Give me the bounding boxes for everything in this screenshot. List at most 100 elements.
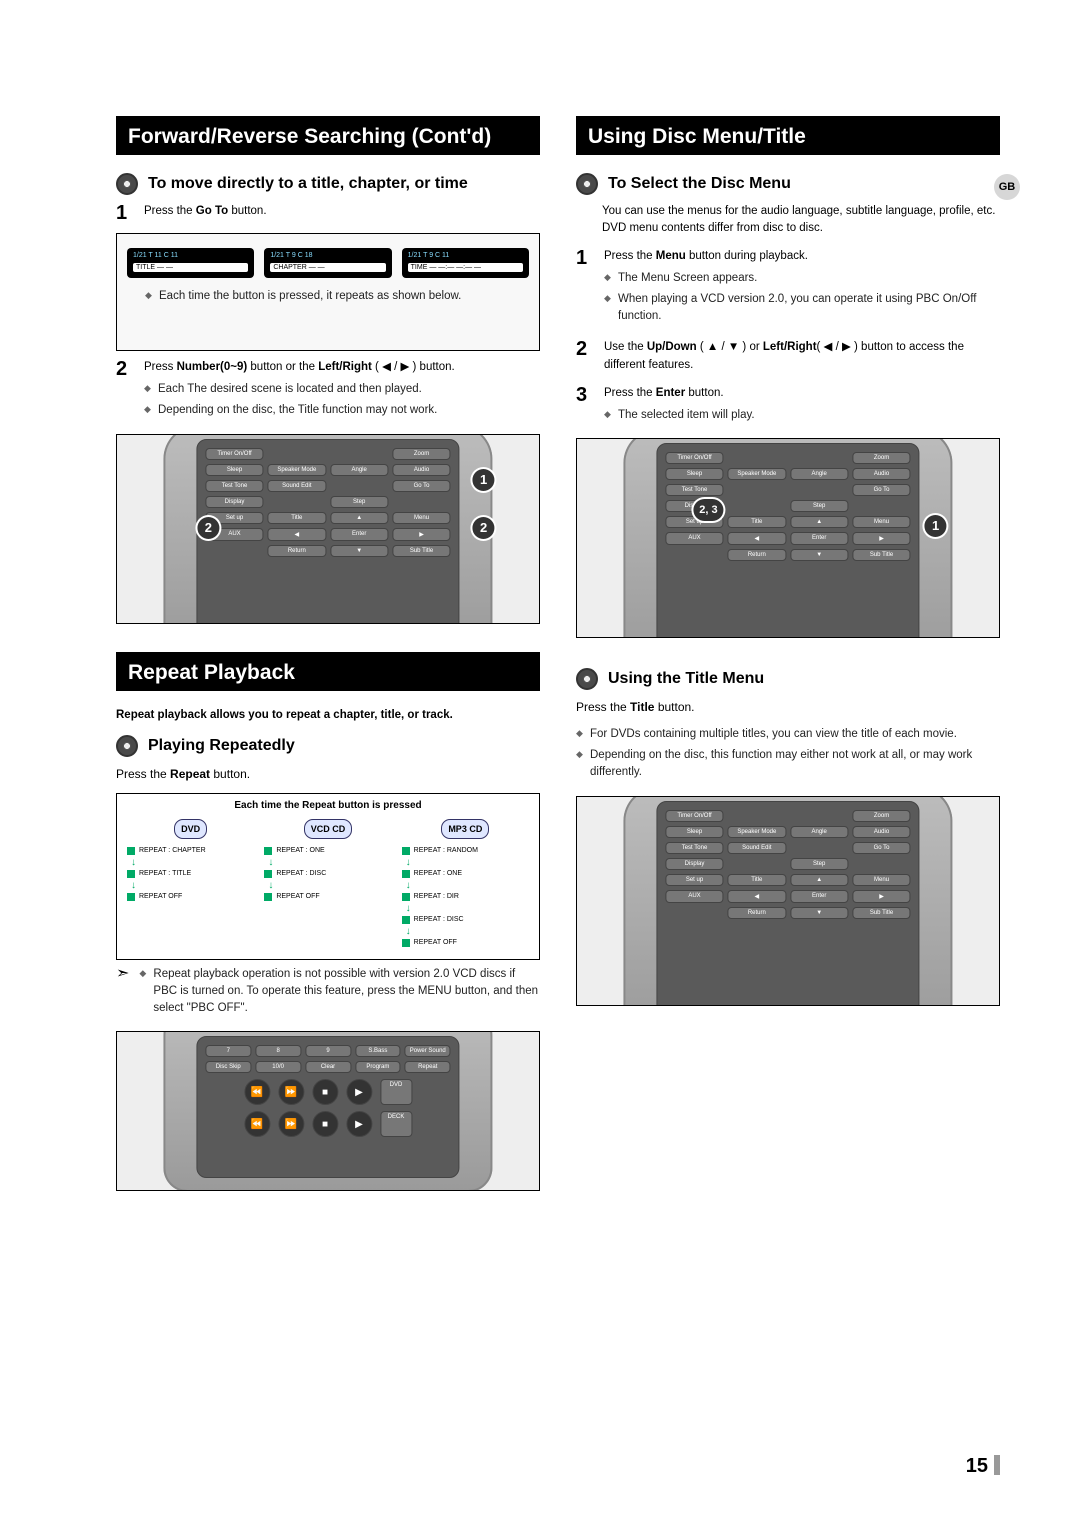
remote-button: ▲ (790, 516, 848, 528)
press-bold: Repeat (170, 767, 210, 781)
remote-button: Title (728, 516, 786, 528)
remote-button: Return (268, 545, 326, 557)
repeat-state: REPEAT : DISC (402, 916, 529, 924)
repeat-state: REPEAT : ONE (264, 847, 391, 855)
callout-2-3: 2, 3 (693, 499, 723, 521)
remote-button: Speaker Mode (268, 464, 326, 476)
remote-button: Repeat (405, 1061, 451, 1073)
title-note: Depending on the disc, this function may… (576, 747, 1000, 782)
disc-icon (576, 173, 598, 195)
down-arrow-icon: ↓ (264, 857, 391, 868)
disc-menu-intro: You can use the menus for the audio lang… (602, 203, 1000, 238)
remote-button: Enter (790, 532, 848, 545)
repeat-fig-title: Each time the Repeat button is pressed (127, 800, 529, 811)
transport-button: ⏪ (244, 1111, 270, 1137)
remote-button: ▶ (852, 532, 910, 545)
remote-button: Sub Title (852, 907, 910, 919)
step-text: Press the (604, 250, 656, 262)
step-note: When playing a VCD version 2.0, you can … (604, 291, 1000, 326)
remote-button: Power Sound (405, 1045, 451, 1057)
left-column: Forward/Reverse Searching (Cont'd) To mo… (116, 116, 540, 1191)
manual-page: GB Forward/Reverse Searching (Cont'd) To… (0, 0, 1080, 1528)
repeat-state: REPEAT : DIR (402, 893, 529, 901)
repeat-state: REPEAT : TITLE (127, 870, 254, 878)
remote-button: ◀ (728, 532, 786, 545)
disc-type-badge: DVD (174, 819, 207, 839)
figure-remote-2-left: 789S.BassPower SoundDisc Skip10/0ClearPr… (116, 1031, 540, 1191)
footnote-text: Repeat playback operation is not possibl… (139, 966, 540, 1018)
remote-button: 8 (255, 1045, 301, 1057)
remote-button: ▲ (790, 874, 848, 886)
transport-button: ⏩ (278, 1111, 304, 1137)
press-text: Press the (116, 767, 170, 781)
remote-button: Display (665, 858, 723, 870)
repeat-state: REPEAT : RANDOM (402, 847, 529, 855)
step-note: The Menu Screen appears. (604, 270, 1000, 287)
heading-text: Using the Title Menu (608, 670, 764, 688)
remote-button: Step (330, 496, 388, 508)
remote-button: Zoom (852, 452, 910, 464)
remote-button: Angle (790, 468, 848, 480)
figure-remote-1-left: Timer On/OffZoomSleepSpeaker ModeAngleAu… (116, 434, 540, 624)
goto-panel-time: 1/21 T 9 C 11 TIME — —:— —:— — (402, 248, 529, 278)
step-text: Press the (144, 205, 196, 217)
note-arrow-icon: ➣ (116, 966, 129, 1022)
remote-button: Sub Title (852, 549, 910, 561)
heading-text: To Select the Disc Menu (608, 175, 791, 193)
step-bold: Enter (656, 387, 685, 399)
step-bold: Go To (196, 205, 228, 217)
remote-button: Zoom (852, 810, 910, 822)
remote-button: Enter (330, 528, 388, 541)
repeat-state: REPEAT : ONE (402, 870, 529, 878)
remote-button: ▼ (790, 907, 848, 919)
press-bold: Title (630, 700, 654, 714)
repeat-column: MP3 CDREPEAT : RANDOM↓REPEAT : ONE↓REPEA… (402, 819, 529, 949)
step-bold: Left/Right (318, 361, 372, 373)
step-text: Press (144, 361, 177, 373)
transport-button: ▶ (346, 1111, 372, 1137)
step-2-updown: 2 Use the Up/Down ( ▲ / ▼ ) or Left/Righ… (576, 339, 1000, 375)
step-bold: Up/Down (647, 341, 697, 353)
down-arrow-icon: ↓ (402, 903, 529, 914)
step-text: button. (228, 205, 266, 217)
remote-button: ▲ (330, 512, 388, 524)
remote-button: ▼ (790, 549, 848, 561)
down-arrow-icon: ↓ (402, 926, 529, 937)
remote-button: Sleep (665, 826, 723, 838)
remote-button: Sound Edit (268, 480, 326, 492)
remote-button: Program (355, 1061, 401, 1073)
remote-button: Menu (852, 516, 910, 528)
step-number: 3 (576, 385, 592, 428)
step-text: ( ◀ / ▶ ) button. (372, 361, 455, 373)
transport-button: ■ (312, 1079, 338, 1105)
figure-remote-2-right: Timer On/OffZoomSleepSpeaker ModeAngleAu… (576, 796, 1000, 1006)
page-number: 15 (966, 1455, 1000, 1478)
remote-button: Zoom (392, 448, 450, 460)
repeat-intro: Repeat playback allows you to repeat a c… (116, 709, 540, 721)
step-bold: Number(0~9) (177, 361, 248, 373)
right-column: Using Disc Menu/Title To Select the Disc… (576, 116, 1000, 1191)
step-note: The selected item will play. (604, 407, 1000, 424)
down-arrow-icon: ↓ (402, 880, 529, 891)
panel-bottom: TIME — —:— —:— — (408, 263, 523, 272)
section-band-forward-reverse: Forward/Reverse Searching (Cont'd) (116, 116, 540, 155)
remote-button: Audio (852, 468, 910, 480)
remote-button: Menu (852, 874, 910, 886)
goto-panel-chapter: 1/21 T 9 C 18 CHAPTER — — (264, 248, 391, 278)
remote-button: Step (790, 858, 848, 870)
repeat-state: REPEAT OFF (127, 893, 254, 901)
heading-text: To move directly to a title, chapter, or… (148, 175, 468, 193)
heading-text: Playing Repeatedly (148, 737, 295, 755)
down-arrow-icon: ↓ (127, 880, 254, 891)
remote-button: Title (728, 874, 786, 886)
remote-button: 9 (305, 1045, 351, 1057)
remote-button: Go To (852, 484, 910, 496)
step-number: 2 (116, 359, 132, 423)
remote-button: ◀ (728, 890, 786, 903)
transport-button: ⏪ (244, 1079, 270, 1105)
press-text: button. (210, 767, 250, 781)
panel-bottom: TITLE — — (133, 263, 248, 272)
disc-icon (116, 173, 138, 195)
step-1-menu: 1 Press the Menu button during playback.… (576, 248, 1000, 330)
down-arrow-icon: ↓ (127, 857, 254, 868)
